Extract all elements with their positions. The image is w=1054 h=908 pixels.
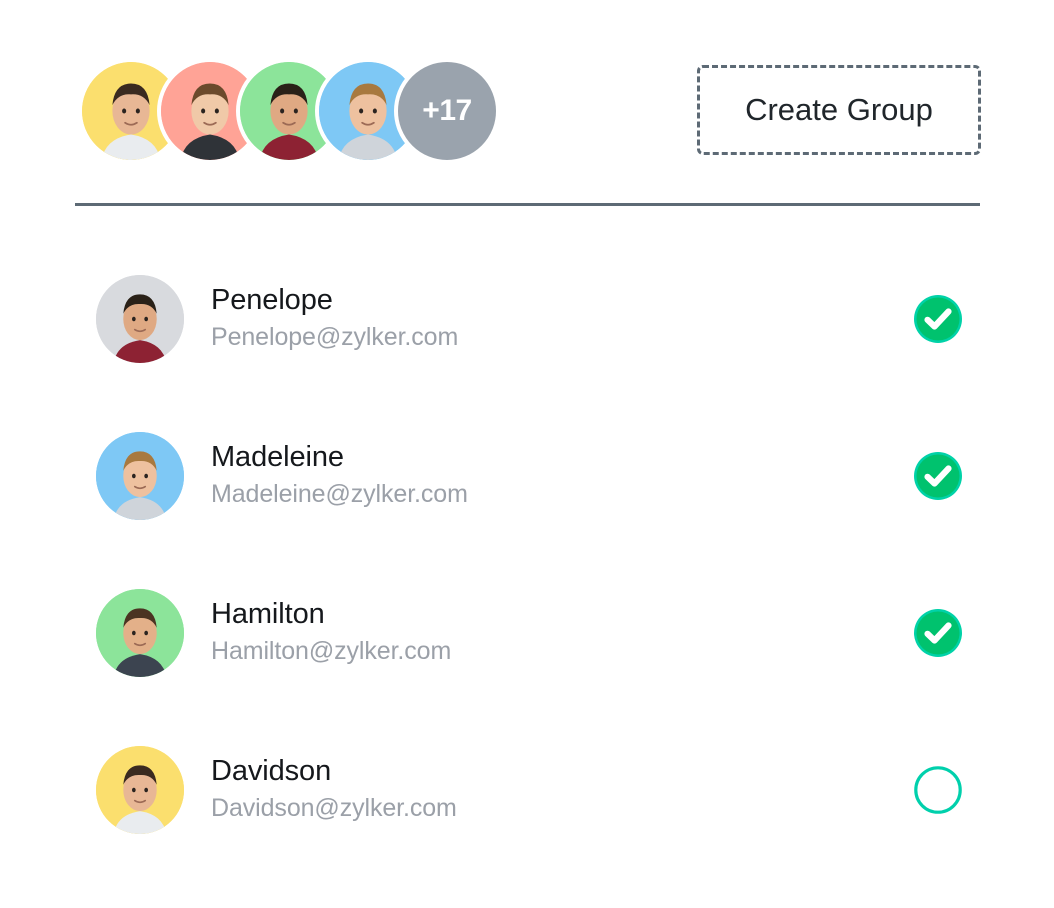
contact-email: Hamilton@zylker.com (211, 637, 452, 666)
contact-email: Madeleine@zylker.com (211, 480, 468, 509)
select-toggle-penelope[interactable] (913, 294, 963, 344)
contact-avatar-penelope (96, 274, 184, 363)
contact-row[interactable]: Madeleine Madeleine@zylker.com (0, 397, 1054, 554)
contact-avatar-madeleine (96, 431, 184, 520)
select-toggle-hamilton[interactable] (913, 608, 963, 658)
avatar-overflow-count-label: +17 (422, 94, 472, 127)
avatar-overflow-count-badge[interactable]: +17 (394, 58, 500, 164)
header-divider (75, 203, 980, 206)
contact-name: Madeleine (211, 441, 344, 474)
contact-row[interactable]: Penelope Penelope@zylker.com (0, 240, 1054, 397)
contact-email: Penelope@zylker.com (211, 323, 459, 352)
contact-name: Hamilton (211, 598, 325, 631)
member-avatar-stack: +17 (78, 58, 500, 164)
contact-text-block: Hamilton Hamilton@zylker.com (211, 597, 451, 668)
contact-text-block: Davidson Davidson@zylker.com (211, 754, 457, 825)
contact-row[interactable]: Hamilton Hamilton@zylker.com (0, 554, 1054, 711)
group-header-bar: +17 Create Group (0, 0, 1054, 206)
contact-list: Penelope Penelope@zylker.com Madeleine Made… (0, 240, 1054, 868)
select-toggle-madeleine[interactable] (913, 451, 963, 501)
contact-name: Davidson (211, 755, 332, 788)
select-toggle-davidson[interactable] (913, 765, 963, 815)
contact-avatar-hamilton (96, 588, 184, 677)
create-group-button[interactable]: Create Group (697, 65, 981, 155)
contact-row[interactable]: Davidson Davidson@zylker.com (0, 711, 1054, 868)
contact-text-block: Madeleine Madeleine@zylker.com (211, 440, 468, 511)
contact-name: Penelope (211, 284, 333, 317)
contact-email: Davidson@zylker.com (211, 794, 457, 823)
contact-avatar-davidson (96, 745, 184, 834)
contact-text-block: Penelope Penelope@zylker.com (211, 283, 458, 354)
